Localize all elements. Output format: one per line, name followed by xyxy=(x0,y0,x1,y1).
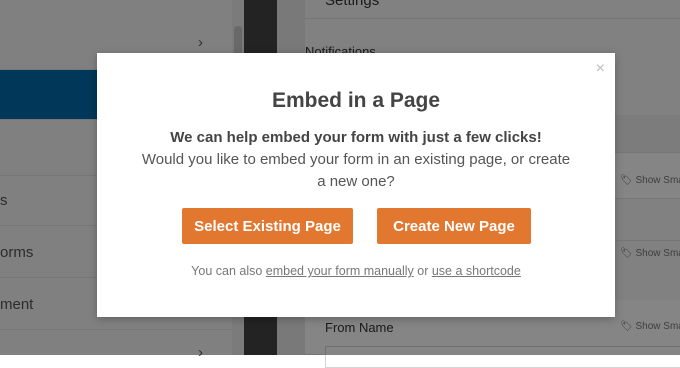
footer-middle: or xyxy=(417,264,429,278)
modal-footer: You can also embed your form manually or… xyxy=(97,264,615,278)
footer-prefix: You can also xyxy=(191,264,263,278)
use-shortcode-link[interactable]: use a shortcode xyxy=(432,264,521,278)
create-new-page-button[interactable]: Create New Page xyxy=(377,208,531,244)
select-existing-page-button[interactable]: Select Existing Page xyxy=(182,208,353,244)
modal-description-line2: Would you like to embed your form in an … xyxy=(141,151,571,190)
embed-manually-link[interactable]: embed your form manually xyxy=(266,264,414,278)
embed-modal: × Embed in a Page We can help embed your… xyxy=(97,53,615,317)
modal-description-line1: We can help embed your form with just a … xyxy=(170,129,542,146)
modal-description: We can help embed your form with just a … xyxy=(137,127,575,193)
modal-title: Embed in a Page xyxy=(271,89,441,112)
close-icon[interactable]: × xyxy=(596,61,605,77)
